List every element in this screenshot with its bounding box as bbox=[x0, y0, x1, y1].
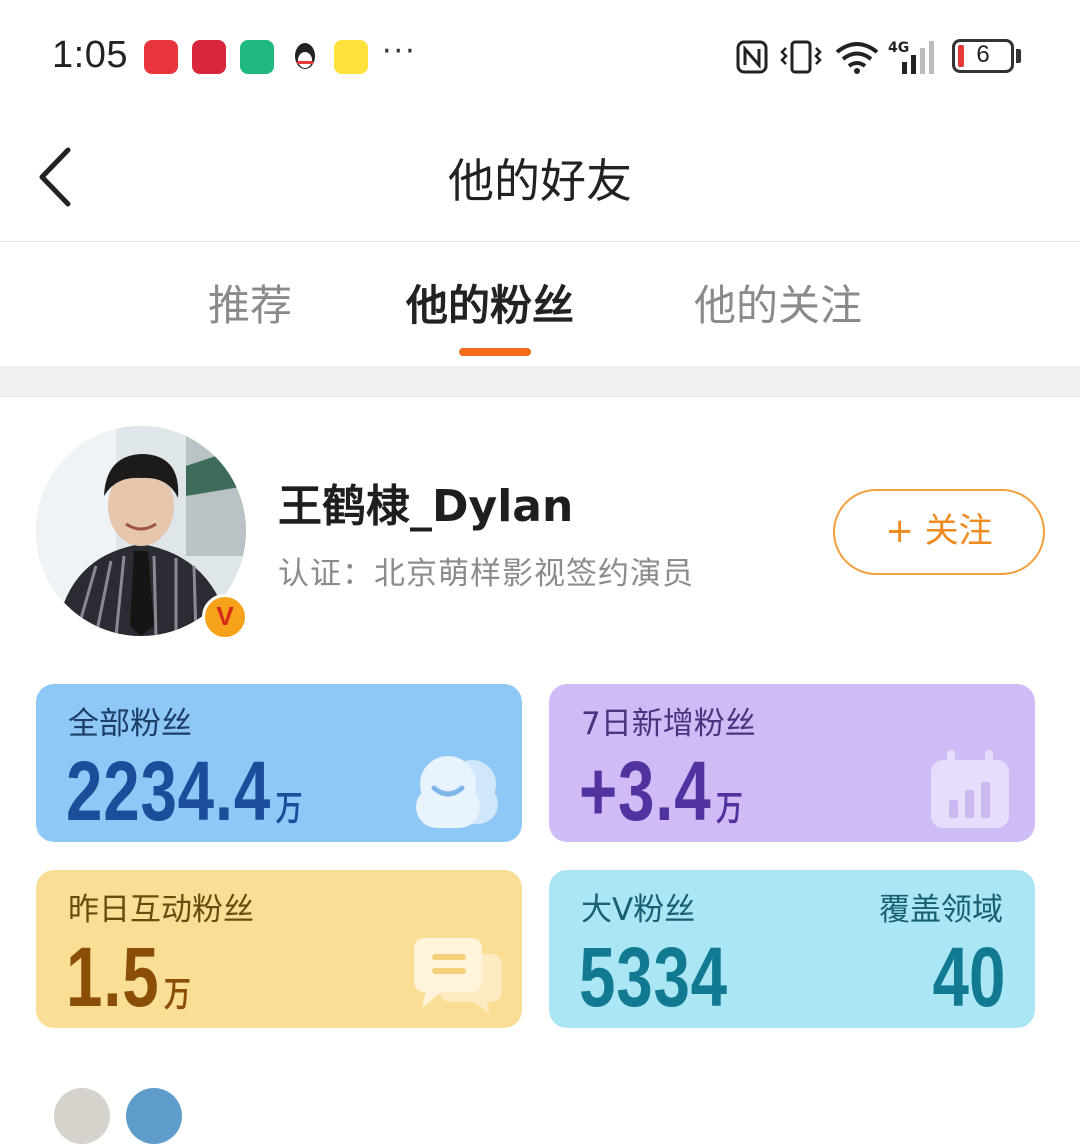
tab-his-following[interactable]: 他的关注 bbox=[694, 272, 862, 333]
huawei-appgallery-icon bbox=[144, 40, 178, 74]
stat-value: 5334 bbox=[579, 930, 728, 1024]
svg-text:4G: 4G bbox=[888, 40, 909, 56]
wifi-icon bbox=[834, 40, 880, 78]
mi-home-icon bbox=[240, 40, 274, 74]
more-notifications-icon: ··· bbox=[382, 34, 417, 69]
user-certification: 认证：北京萌样影视签约演员 bbox=[278, 556, 694, 592]
tab-active-indicator bbox=[459, 348, 531, 356]
tab-his-fans[interactable]: 他的粉丝 bbox=[406, 272, 574, 333]
stat-value-wrap: 1.5 万 bbox=[66, 932, 191, 1028]
stat-value: 2234.4 bbox=[66, 744, 272, 838]
stat-label: 7日新增粉丝 bbox=[581, 706, 756, 742]
stat-value: 1.5 bbox=[66, 930, 160, 1024]
chat-bubble-icon bbox=[414, 938, 502, 1014]
calendar-chart-icon bbox=[931, 750, 1009, 828]
tab-recommend[interactable]: 推荐 bbox=[208, 272, 292, 333]
coverage-label: 覆盖领域 bbox=[879, 892, 1003, 928]
header-divider bbox=[0, 241, 1080, 242]
verified-badge-icon: V bbox=[202, 594, 248, 640]
battery-level: 6 bbox=[976, 41, 990, 68]
stat-unit: 万 bbox=[164, 975, 192, 1015]
status-bar: 1:05 ··· 4G 6 bbox=[0, 0, 1080, 110]
stat-card-new-fans-7d[interactable]: 7日新增粉丝 +3.4 万 bbox=[549, 684, 1035, 842]
stat-unit: 万 bbox=[716, 789, 744, 829]
coverage-value: 40 bbox=[932, 930, 1005, 1024]
battery-icon: 6 bbox=[952, 39, 1014, 73]
xianyu-icon bbox=[334, 40, 368, 74]
signal-4g-icon: 4G bbox=[888, 38, 940, 80]
stat-card-interactive-yesterday[interactable]: 昨日互动粉丝 1.5 万 bbox=[36, 870, 522, 1028]
follow-button[interactable]: + 关注 bbox=[833, 489, 1045, 575]
status-time: 1:05 bbox=[52, 34, 128, 76]
section-divider bbox=[0, 366, 1080, 397]
battery-tip bbox=[1016, 49, 1021, 63]
red-app-icon bbox=[192, 40, 226, 74]
user-name[interactable]: 王鹤棣_Dylan bbox=[278, 470, 573, 534]
stat-label: 大V粉丝 bbox=[581, 892, 696, 928]
list-item-avatar[interactable] bbox=[126, 1088, 182, 1144]
fans-people-icon bbox=[416, 756, 498, 828]
stat-label: 昨日互动粉丝 bbox=[68, 892, 254, 928]
stat-card-big-v-fans[interactable]: 大V粉丝 覆盖领域 5334 40 bbox=[549, 870, 1035, 1028]
list-item-avatar[interactable] bbox=[54, 1088, 110, 1144]
stat-value-wrap: +3.4 万 bbox=[579, 746, 743, 842]
stat-card-all-fans[interactable]: 全部粉丝 2234.4 万 bbox=[36, 684, 522, 842]
stat-unit: 万 bbox=[275, 789, 304, 829]
qq-icon bbox=[288, 40, 322, 74]
page-title: 他的好友 bbox=[448, 154, 632, 208]
vibrate-icon bbox=[780, 40, 822, 78]
stat-value-wrap: 2234.4 万 bbox=[66, 746, 303, 842]
nfc-icon bbox=[736, 40, 768, 78]
stat-value: +3.4 bbox=[579, 744, 712, 838]
stat-label: 全部粉丝 bbox=[68, 706, 192, 742]
